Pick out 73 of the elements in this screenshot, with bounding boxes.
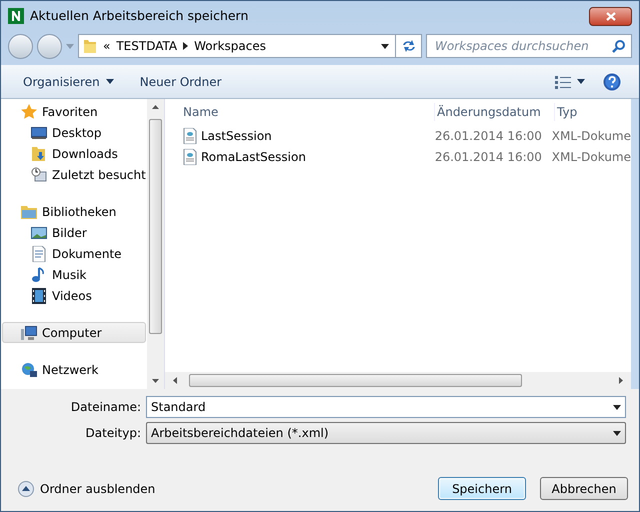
file-type-dropdown[interactable]: Arbeitsbereichdateien (*.xml) — [146, 422, 626, 444]
sidebar-item[interactable]: Videos — [2, 285, 146, 306]
filename-field[interactable]: Standard — [146, 396, 626, 418]
close-button[interactable] — [589, 6, 632, 26]
file-name[interactable]: RomaLastSession — [201, 148, 306, 166]
scroll-down-icon — [152, 379, 159, 383]
sidebar-item[interactable]: Zuletzt besucht — [2, 164, 146, 185]
sidebar-item[interactable]: Favoriten — [2, 101, 146, 122]
scrollbar-thumb[interactable] — [149, 119, 162, 334]
film-icon — [31, 288, 47, 304]
window-title: Aktuellen Arbeitsbereich speichern — [30, 6, 248, 25]
scrollbar-thumb[interactable] — [189, 374, 522, 387]
organize-menu-button[interactable]: Organisieren — [19, 70, 118, 92]
close-icon — [606, 12, 616, 20]
vertical-scrollbar[interactable] — [147, 99, 164, 389]
sidebar-item[interactable]: Netzwerk — [2, 359, 146, 380]
new-folder-button[interactable]: Neuer Ordner — [136, 70, 226, 92]
music-note-icon — [31, 266, 47, 282]
sidebar-item[interactable]: Downloads — [2, 143, 146, 164]
dialog-button[interactable]: Speichern — [438, 477, 526, 500]
folder-icon — [83, 38, 97, 54]
file-type: XML-Dokume — [552, 148, 631, 166]
horizontal-scrollbar[interactable] — [165, 372, 631, 389]
column-header[interactable]: Typ — [555, 103, 578, 121]
scroll-right-icon — [619, 377, 623, 384]
sidebar-item[interactable]: Bilder — [2, 222, 146, 243]
computer-icon — [21, 324, 37, 340]
sidebar-item[interactable]: Dokumente — [2, 243, 146, 264]
view-caret-icon[interactable] — [577, 79, 585, 84]
scroll-left-icon — [173, 377, 177, 384]
dropdown-caret-icon[interactable] — [381, 44, 389, 48]
file-type: XML-Dokume — [552, 128, 631, 144]
picture-icon — [31, 224, 47, 240]
app-icon — [8, 8, 24, 24]
file-name[interactable]: LastSession — [201, 126, 272, 144]
dropdown-caret-icon — [613, 430, 621, 436]
recent-places-icon — [31, 166, 47, 182]
sidebar-item[interactable]: Musik — [2, 264, 146, 285]
download-folder-icon — [31, 146, 47, 162]
forward-button[interactable] — [37, 34, 62, 58]
column-header[interactable]: Änderungsdatum — [435, 103, 555, 121]
caret-icon — [106, 79, 114, 84]
hide-folders-button[interactable]: Ordner ausblenden — [18, 480, 156, 498]
search-icon — [612, 40, 625, 52]
xml-file-icon — [183, 128, 197, 144]
sidebar-item[interactable]: Computer — [2, 322, 146, 343]
file-date: 26.01.2014 16:00 — [434, 148, 543, 166]
breadcrumb[interactable]: TESTDATA — [116, 37, 178, 55]
library-folder-icon — [21, 204, 37, 220]
help-icon[interactable] — [603, 72, 621, 90]
back-button[interactable] — [8, 34, 33, 58]
globe-icon — [21, 362, 37, 378]
column-header[interactable]: Name — [183, 103, 435, 121]
search-field[interactable]: Workspaces durchsuchen — [426, 34, 632, 58]
xml-file-icon — [183, 148, 197, 164]
sidebar-item[interactable]: Desktop — [2, 122, 146, 143]
address-bar[interactable]: « TESTDATA Workspaces — [78, 34, 422, 58]
view-list-icon[interactable] — [555, 74, 571, 88]
collapse-icon — [18, 480, 34, 496]
field-label: Dateiname: — [70, 399, 141, 416]
file-date: 26.01.2014 16:00 — [434, 128, 543, 144]
dialog-button[interactable]: Abbrechen — [540, 477, 628, 500]
breadcrumb-arrow-icon — [183, 42, 188, 50]
overflow-chevron[interactable]: « — [103, 37, 110, 55]
document-icon — [31, 246, 47, 262]
desktop-icon — [31, 124, 47, 140]
dropdown-caret-icon[interactable] — [613, 404, 621, 410]
sidebar-item[interactable]: Bibliotheken — [2, 201, 146, 222]
breadcrumb[interactable]: Workspaces — [194, 37, 266, 55]
scroll-up-icon — [152, 105, 159, 109]
refresh-icon[interactable] — [400, 39, 416, 53]
field-label: Dateityp: — [84, 425, 141, 442]
star-icon — [21, 104, 37, 120]
